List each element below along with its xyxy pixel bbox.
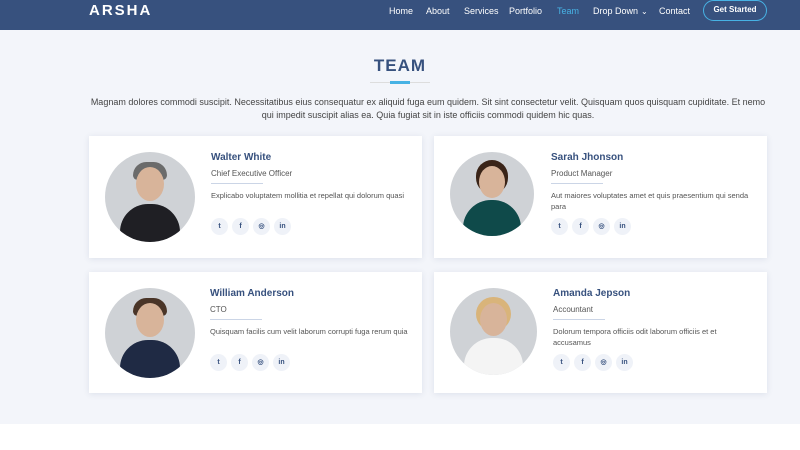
twitter-icon[interactable]: t <box>551 218 568 235</box>
avatar-walter <box>105 152 195 242</box>
twitter-icon[interactable]: t <box>211 218 228 235</box>
nav-about[interactable]: About <box>426 0 450 22</box>
section-title: TEAM <box>373 56 427 75</box>
instagram-icon[interactable]: ◎ <box>253 218 270 235</box>
member-divider <box>553 319 605 320</box>
nav-services[interactable]: Services <box>464 0 499 22</box>
avatar-william <box>105 288 195 378</box>
member-desc: Explicabo voluptatem mollitia et repella… <box>211 191 405 200</box>
member-role: CTO <box>210 305 227 314</box>
site-header: ARSHA Home About Services Portfolio Team… <box>0 0 800 30</box>
team-card-amanda: Amanda Jepson Accountant Dolorum tempora… <box>434 272 767 393</box>
twitter-icon[interactable]: t <box>553 354 570 371</box>
facebook-icon[interactable]: f <box>231 354 248 371</box>
instagram-icon[interactable]: ◎ <box>593 218 610 235</box>
member-divider <box>551 183 603 184</box>
nav-dropdown-label: Drop Down <box>593 6 639 16</box>
member-divider <box>210 319 262 320</box>
site-logo[interactable]: ARSHA <box>89 0 152 22</box>
member-desc: Dolorum tempora officiis odit laborum of… <box>553 327 717 347</box>
team-section: TEAM Magnam dolores commodi suscipit. Ne… <box>0 30 800 424</box>
linkedin-icon[interactable]: in <box>616 354 633 371</box>
twitter-icon[interactable]: t <box>210 354 227 371</box>
avatar-amanda <box>450 288 537 375</box>
linkedin-icon[interactable]: in <box>274 218 291 235</box>
nav-portfolio[interactable]: Portfolio <box>509 0 542 22</box>
member-name: Sarah Jhonson <box>551 152 624 163</box>
title-divider-accent <box>390 81 410 84</box>
avatar-sarah <box>450 152 534 236</box>
nav-home[interactable]: Home <box>389 0 413 22</box>
facebook-icon[interactable]: f <box>574 354 591 371</box>
member-role: Accountant <box>553 305 594 314</box>
member-divider <box>211 183 263 184</box>
instagram-icon[interactable]: ◎ <box>252 354 269 371</box>
member-desc: Quisquam facilis cum velit laborum corru… <box>210 327 408 336</box>
team-card-sarah: Sarah Jhonson Product Manager Aut maiore… <box>434 136 767 258</box>
member-role: Product Manager <box>551 169 613 178</box>
nav-contact[interactable]: Contact <box>659 0 690 22</box>
linkedin-icon[interactable]: in <box>614 218 631 235</box>
member-role: Chief Executive Officer <box>211 169 293 178</box>
nav-team[interactable]: Team <box>557 0 579 22</box>
member-desc: Aut maiores voluptates amet et quis prae… <box>551 191 749 211</box>
instagram-icon[interactable]: ◎ <box>595 354 612 371</box>
team-card-walter: Walter White Chief Executive Officer Exp… <box>89 136 422 258</box>
get-started-button[interactable]: Get Started <box>703 0 767 21</box>
chevron-down-icon: ⌄ <box>641 7 648 16</box>
facebook-icon[interactable]: f <box>572 218 589 235</box>
member-name: William Anderson <box>210 288 294 299</box>
member-name: Walter White <box>211 152 272 163</box>
team-card-william: William Anderson CTO Quisquam facilis cu… <box>89 272 422 393</box>
facebook-icon[interactable]: f <box>232 218 249 235</box>
linkedin-icon[interactable]: in <box>273 354 290 371</box>
nav-dropdown[interactable]: Drop Down ⌄ <box>593 0 648 22</box>
member-name: Amanda Jepson <box>553 288 631 299</box>
section-subtitle: Magnam dolores commodi suscipit. Necessi… <box>90 97 766 120</box>
